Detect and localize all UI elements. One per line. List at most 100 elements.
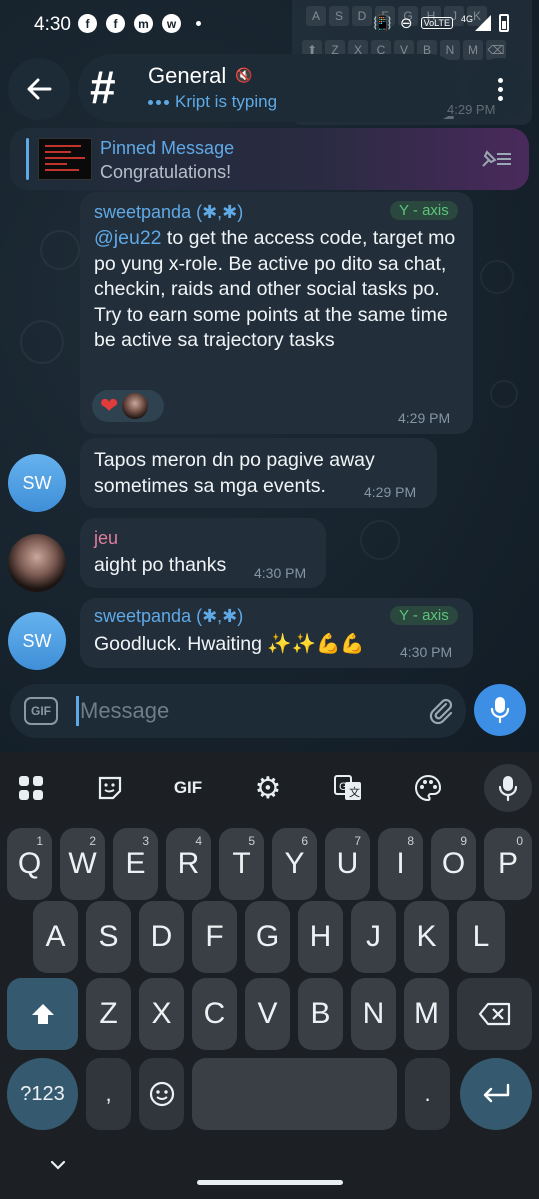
key-j[interactable]: J — [351, 901, 396, 973]
shift-arrow-icon — [31, 1004, 54, 1024]
message-text: aight po thanks — [94, 554, 227, 576]
sender-name[interactable]: sweetpanda (✱,✱) — [94, 606, 243, 627]
key-t[interactable]: T5 — [219, 828, 264, 900]
message-time: 4:30 PM — [254, 565, 307, 581]
facebook-icon: f — [106, 14, 125, 33]
pinned-message-bar[interactable]: Pinned Message Congratulations! — [10, 128, 529, 190]
key-y[interactable]: Y6 — [272, 828, 317, 900]
key-v[interactable]: V — [245, 978, 290, 1050]
user-mention[interactable]: @jeu22 — [94, 227, 162, 249]
key-w[interactable]: W2 — [60, 828, 105, 900]
microphone-icon — [499, 776, 517, 801]
shift-key[interactable] — [7, 978, 78, 1050]
key-l[interactable]: L — [457, 901, 505, 973]
key-x[interactable]: X — [139, 978, 184, 1050]
key-z[interactable]: Z — [86, 978, 131, 1050]
avatar[interactable]: SW — [8, 454, 66, 512]
key-u[interactable]: U7 — [325, 828, 370, 900]
messenger-icon: m — [134, 14, 153, 33]
ghost-key: S — [329, 6, 349, 26]
facebook-icon: f — [78, 14, 97, 33]
message-bubble[interactable]: sweetpanda (✱,✱) Y - axis Goodluck. Hwai… — [80, 598, 473, 668]
do-not-disturb-icon: ⊖ — [400, 15, 413, 32]
key-f[interactable]: F — [192, 901, 237, 973]
key-g[interactable]: G — [245, 901, 290, 973]
key-i[interactable]: I8 — [378, 828, 423, 900]
attach-icon[interactable] — [426, 696, 456, 726]
key-o[interactable]: O9 — [431, 828, 476, 900]
avatar[interactable] — [8, 534, 66, 592]
more-notifications-dot — [196, 21, 201, 26]
message-composer: GIF — [10, 684, 466, 738]
pinned-text: Congratulations! — [100, 162, 232, 182]
key-s[interactable]: S — [86, 901, 131, 973]
keyboard-mic-button[interactable] — [484, 764, 532, 812]
sticker-icon[interactable] — [90, 768, 130, 808]
role-tag: Y - axis — [390, 606, 458, 625]
status-notification-icons: f f m w — [78, 14, 201, 33]
message-time: 4:29 PM — [398, 410, 451, 426]
reaction-chip[interactable]: ❤ — [92, 390, 164, 422]
message-time: 4:29 PM — [364, 484, 417, 500]
translate-icon[interactable]: G文 — [328, 768, 368, 808]
key-d[interactable]: D — [139, 901, 184, 973]
pinned-indicator — [26, 138, 29, 180]
key-r[interactable]: R4 — [166, 828, 211, 900]
home-indicator[interactable] — [197, 1180, 343, 1185]
backspace-key[interactable] — [457, 978, 532, 1050]
chevron-down-icon[interactable] — [50, 1160, 66, 1170]
sender-name[interactable]: jeu — [94, 528, 118, 549]
key-b[interactable]: B — [298, 978, 343, 1050]
enter-key[interactable] — [460, 1058, 532, 1130]
status-time: 4:30 — [34, 14, 71, 35]
faded-timestamp: 4:29 PM — [447, 102, 496, 117]
period-key[interactable]: . — [405, 1058, 450, 1130]
chat-title: General — [148, 63, 227, 88]
palette-icon[interactable] — [408, 768, 448, 808]
key-n[interactable]: N — [351, 978, 396, 1050]
key-c[interactable]: C — [192, 978, 237, 1050]
gif-button[interactable]: GIF — [24, 697, 58, 725]
voice-record-button[interactable] — [474, 684, 526, 736]
back-button[interactable] — [8, 58, 70, 120]
typing-text: Kript is typing — [175, 92, 278, 111]
apps-grid-icon[interactable] — [11, 768, 51, 808]
backspace-icon — [478, 1002, 510, 1026]
svg-text:文: 文 — [349, 785, 360, 799]
vibrate-icon: 📳 — [373, 15, 393, 32]
typing-status: Kript is typing — [148, 92, 277, 112]
message-input[interactable] — [80, 694, 400, 728]
heart-reaction-icon: ❤ — [100, 393, 119, 418]
message-bubble[interactable]: Tapos meron dn po pagive away sometimes … — [80, 438, 437, 508]
spacebar-key[interactable] — [192, 1058, 397, 1130]
key-k[interactable]: K — [404, 901, 449, 973]
symbols-key[interactable]: ?123 — [7, 1058, 78, 1130]
message-bubble[interactable]: jeu aight po thanks 4:30 PM — [80, 518, 326, 588]
pin-list-icon[interactable] — [479, 148, 513, 170]
chat-header[interactable]: # General 🔇 Kript is typing — [78, 54, 463, 122]
microphone-icon — [490, 697, 510, 724]
emoji-key[interactable] — [139, 1058, 184, 1130]
volte-badge: VoLTE — [420, 17, 453, 29]
text-caret — [76, 696, 79, 726]
avatar[interactable]: SW — [8, 612, 66, 670]
key-h[interactable]: H — [298, 901, 343, 973]
comma-key[interactable]: , — [86, 1058, 131, 1130]
keyboard-toolbar: GIF ⚙ G文 — [0, 758, 539, 816]
settings-gear-icon[interactable]: ⚙ — [248, 768, 288, 808]
pinned-thumbnail — [38, 138, 92, 180]
key-a[interactable]: A — [33, 901, 78, 973]
background-doodle — [40, 230, 80, 270]
sender-name[interactable]: sweetpanda (✱,✱) — [94, 202, 243, 223]
key-m[interactable]: M — [404, 978, 449, 1050]
message-text: @jeu22 to get the access code, target mo… — [94, 226, 464, 354]
background-doodle — [490, 380, 518, 408]
topic-hash-icon: # — [90, 61, 116, 113]
enter-arrow-icon — [483, 1083, 510, 1103]
key-q[interactable]: Q1 — [7, 828, 52, 900]
key-p[interactable]: P0 — [484, 828, 532, 900]
gif-keyboard-button[interactable]: GIF — [168, 768, 208, 808]
key-e[interactable]: E3 — [113, 828, 158, 900]
background-doodle — [480, 260, 514, 294]
emoji-icon — [149, 1081, 174, 1107]
